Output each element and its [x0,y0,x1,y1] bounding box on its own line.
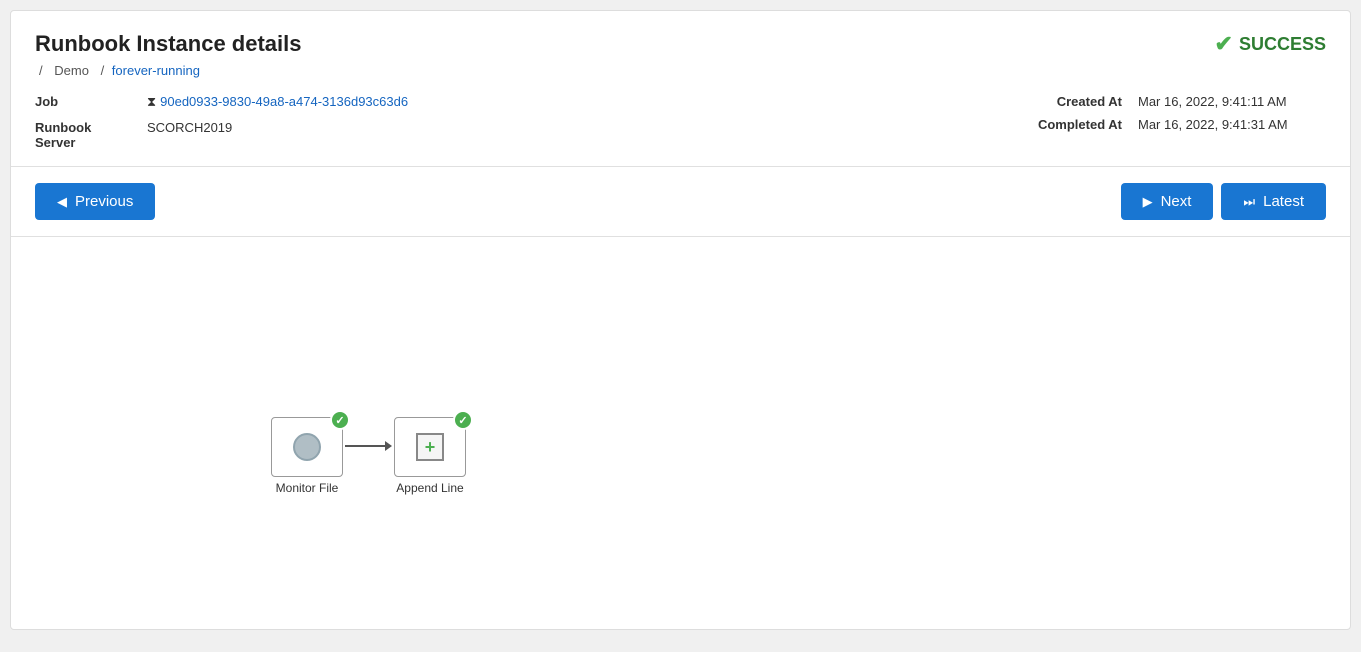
completed-at-label: Completed At [1022,117,1122,132]
created-at-label: Created At [1022,94,1122,109]
node-append-line[interactable]: + ✓ Append Line [394,417,466,495]
node-append-line-box: + ✓ [394,417,466,477]
job-id-link[interactable]: 90ed0933-9830-49a8-a474-3136d93c63d6 [160,94,408,109]
node-monitor-file-box: ✓ [271,417,343,477]
runbook-server-row: RunbookServer SCORCH2019 [35,120,681,150]
page-title: Runbook Instance details [35,31,302,57]
append-line-icon: + [416,433,444,461]
previous-label: Previous [75,193,133,210]
append-plus-symbol: + [425,438,436,456]
breadcrumb: / Demo / forever-running [35,63,1326,78]
latest-icon: ⏭ [1243,194,1255,210]
created-at-row: Created At Mar 16, 2022, 9:41:11 AM [1022,94,1318,109]
workflow-canvas: ✓ Monitor File + ✓ Append Line [11,237,1350,597]
workflow-nodes: ✓ Monitor File + ✓ Append Line [271,417,466,495]
status-badge: ✔ SUCCESS [1215,31,1326,57]
previous-icon: ◀ [57,194,67,210]
created-at-value: Mar 16, 2022, 9:41:11 AM [1138,94,1318,109]
job-label: Job [35,94,135,109]
monitor-file-label: Monitor File [276,481,339,495]
runbook-server-value: SCORCH2019 [147,120,232,135]
latest-button[interactable]: ⏭ Latest [1221,183,1326,220]
append-line-success-badge: ✓ [453,410,473,430]
append-line-label: Append Line [396,481,463,495]
monitor-file-icon [293,433,321,461]
meta-left: Job ⧗ 90ed0933-9830-49a8-a474-3136d93c63d… [35,94,681,150]
latest-label: Latest [1263,193,1304,210]
next-icon: ▶ [1143,194,1153,210]
next-label: Next [1161,193,1192,210]
connector-arrow-icon [385,441,392,451]
runbook-server-label: RunbookServer [35,120,135,150]
page-container: Runbook Instance details ✔ SUCCESS / Dem… [10,10,1351,630]
meta-right: Created At Mar 16, 2022, 9:41:11 AM Comp… [681,94,1327,150]
navigation-row: ◀ Previous ▶ Next ⏭ Latest [11,167,1350,237]
completed-at-value: Mar 16, 2022, 9:41:31 AM [1138,117,1318,132]
status-label: SUCCESS [1239,34,1326,55]
monitor-file-success-badge: ✓ [330,410,350,430]
success-check-icon: ✔ [1215,31,1233,57]
connector-line [345,445,385,447]
nav-right-buttons: ▶ Next ⏭ Latest [1121,183,1326,220]
title-row: Runbook Instance details ✔ SUCCESS [35,31,1326,57]
breadcrumb-separator-1: / [39,63,43,78]
breadcrumb-separator-2: / [101,63,108,78]
previous-button[interactable]: ◀ Previous [35,183,155,220]
header-section: Runbook Instance details ✔ SUCCESS / Dem… [11,11,1350,167]
breadcrumb-demo: Demo [54,63,89,78]
completed-at-row: Completed At Mar 16, 2022, 9:41:31 AM [1022,117,1318,132]
next-button[interactable]: ▶ Next [1121,183,1214,220]
metadata-grid: Job ⧗ 90ed0933-9830-49a8-a474-3136d93c63d… [35,94,1326,150]
job-row: Job ⧗ 90ed0933-9830-49a8-a474-3136d93c63d… [35,94,681,110]
node-monitor-file[interactable]: ✓ Monitor File [271,417,343,495]
breadcrumb-forever-running[interactable]: forever-running [112,63,200,78]
workflow-connector [345,441,392,451]
job-icon: ⧗ [147,94,156,109]
job-value: ⧗ 90ed0933-9830-49a8-a474-3136d93c63d6 [147,94,408,110]
